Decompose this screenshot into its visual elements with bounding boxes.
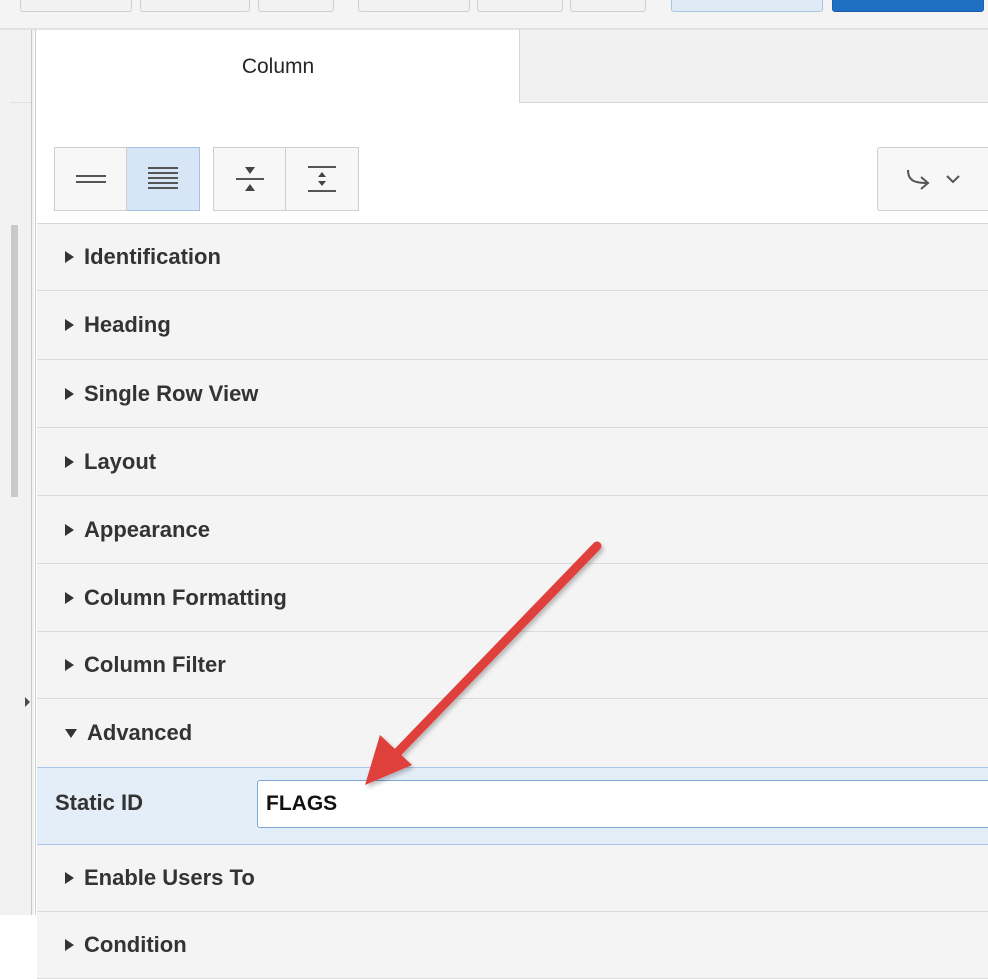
- caret-right-icon: [65, 659, 74, 671]
- collapse-all-icon: [235, 167, 264, 191]
- caret-right-icon: [65, 591, 74, 604]
- caret-down-icon: [65, 728, 77, 738]
- collapse-all-button[interactable]: [213, 147, 286, 211]
- section-label: Heading: [84, 312, 171, 337]
- section-label: Condition: [84, 932, 187, 957]
- property-editor: Column Identification Heading Single Row…: [37, 30, 988, 979]
- static-id-input[interactable]: [257, 780, 988, 828]
- gutter-line: [10, 102, 32, 103]
- collapse-expand-group: [213, 147, 359, 211]
- section-single-row-view[interactable]: Single Row View: [37, 360, 988, 428]
- section-heading[interactable]: Heading: [37, 291, 988, 360]
- chevron-down-icon: [946, 175, 960, 184]
- section-condition[interactable]: Condition: [37, 912, 988, 979]
- caret-right-icon: [65, 251, 74, 263]
- section-column-filter[interactable]: Column Filter: [37, 632, 988, 699]
- caret-right-icon: [65, 319, 74, 331]
- section-column-formatting[interactable]: Column Formatting: [37, 564, 988, 632]
- section-appearance[interactable]: Appearance: [37, 496, 988, 564]
- splitter-expand-icon[interactable]: [25, 697, 30, 707]
- expand-all-icon: [308, 166, 336, 192]
- collapsed-lines-icon: [75, 175, 106, 183]
- tab-column[interactable]: Column: [37, 30, 520, 103]
- display-mode-group: [54, 147, 200, 211]
- top-toolbar-primary-button[interactable]: [832, 0, 984, 12]
- section-layout[interactable]: Layout: [37, 428, 988, 496]
- property-sections: Identification Heading Single Row View L…: [37, 224, 988, 979]
- section-label: Advanced: [87, 720, 193, 745]
- caret-right-icon: [65, 872, 74, 884]
- splitter-edge: [35, 30, 36, 915]
- top-toolbar-button[interactable]: [477, 0, 563, 12]
- section-advanced[interactable]: Advanced: [37, 699, 988, 767]
- top-toolbar: [0, 0, 988, 30]
- property-row-static-id: Static ID: [37, 767, 988, 845]
- section-identification[interactable]: Identification: [37, 224, 988, 291]
- tab-bar: Column: [37, 30, 988, 103]
- caret-right-icon: [65, 387, 74, 400]
- top-toolbar-button[interactable]: [140, 0, 250, 12]
- go-to-group-button[interactable]: [877, 147, 988, 211]
- splitter-bar[interactable]: [31, 30, 32, 915]
- section-label: Column Filter: [84, 652, 226, 677]
- section-label: Column Formatting: [84, 584, 287, 610]
- section-enable-users-to[interactable]: Enable Users To: [37, 845, 988, 912]
- property-toolbar: [37, 103, 988, 224]
- left-scrollbar[interactable]: [11, 225, 18, 497]
- section-label: Enable Users To: [84, 865, 255, 890]
- go-to-group-icon: [907, 169, 930, 190]
- expand-all-button[interactable]: [286, 147, 359, 211]
- static-id-label: Static ID: [55, 790, 144, 815]
- section-label: Single Row View: [84, 380, 259, 406]
- show-common-button[interactable]: [54, 147, 127, 211]
- tab-column-label: Column: [241, 54, 315, 78]
- section-label: Appearance: [84, 516, 210, 542]
- top-toolbar-button[interactable]: [358, 0, 470, 12]
- top-toolbar-button[interactable]: [570, 0, 646, 12]
- show-all-button[interactable]: [127, 147, 200, 211]
- caret-right-icon: [65, 939, 74, 951]
- section-label: Layout: [84, 448, 157, 474]
- top-toolbar-button[interactable]: [20, 0, 132, 12]
- caret-right-icon: [65, 455, 74, 468]
- top-toolbar-button[interactable]: [671, 0, 823, 12]
- caret-right-icon: [65, 523, 74, 536]
- expanded-lines-icon: [148, 167, 178, 189]
- top-toolbar-button[interactable]: [258, 0, 334, 12]
- section-label: Identification: [84, 244, 221, 269]
